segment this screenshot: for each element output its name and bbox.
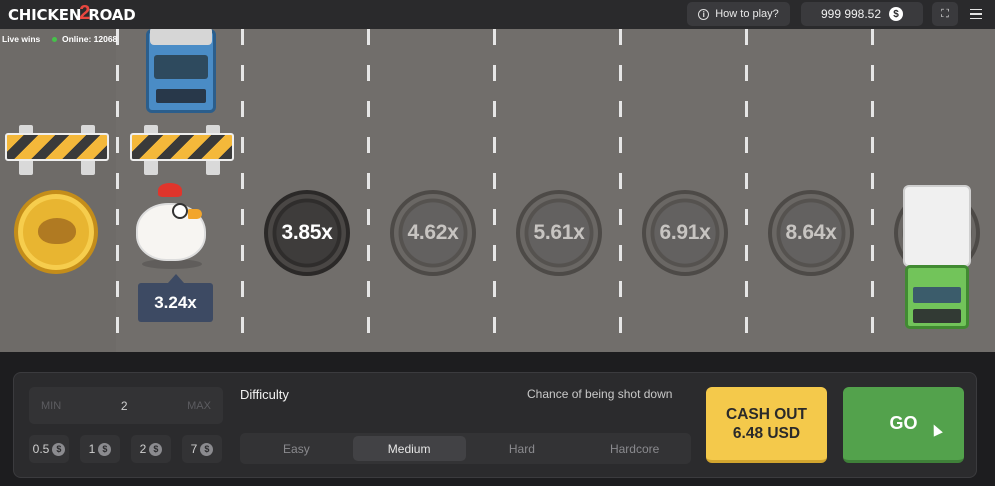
difficulty-label: Difficulty [240,387,289,402]
tab-easy[interactable]: Easy [240,433,353,464]
quick-bet-chip[interactable]: 2 $ [131,435,171,463]
manhole-multiplier: 5.61x [516,190,602,276]
green-truck [899,185,975,352]
dollar-icon: $ [149,442,163,456]
multiplier-value: 5.61x [533,221,585,244]
cash-out-amount: 6.48 USD [732,424,801,442]
tab-medium[interactable]: Medium [352,436,466,461]
dollar-icon: $ [52,442,66,456]
balance-value: 999 998.52 [820,7,882,21]
dollar-coin-icon: $ [889,7,904,21]
info-icon: i [698,8,710,20]
lane-divider [745,29,748,352]
game-logo: CHICKEN 2 ROAD [8,1,136,26]
lane-divider [619,29,622,352]
lane-divider [241,29,244,352]
bet-amount-input[interactable]: MIN 2 MAX [29,387,223,424]
blue-truck [142,29,220,117]
cash-out-label: CASH OUT [726,405,807,423]
menu-button[interactable] [965,4,987,24]
manhole-multiplier: 8.64x [768,190,854,276]
chicken-player [132,183,212,269]
online-dot-icon [52,36,57,42]
quick-bet-chips: 0.5 $ 1 $ 2 $ 7 $ [29,435,223,463]
road-barrier [5,125,109,175]
go-button[interactable]: GO [843,387,964,463]
live-wins-label[interactable]: Live wins [2,34,40,44]
roast-chicken-coin-icon [14,190,98,274]
lane-divider [871,29,874,352]
chip-value: 2 [139,442,147,456]
chip-value: 1 [88,442,96,456]
how-to-play-button[interactable]: i How to play? [687,2,790,26]
dollar-icon: $ [98,442,112,456]
online-count-text: Online: 12068 [62,34,118,44]
difficulty-tabs: Easy Medium Hard Hardcore [240,433,691,464]
tab-hard[interactable]: Hard [466,433,579,464]
road-area: 3.85x 4.62x 5.61x 6.91x 8.64x 3.24x [0,29,995,352]
top-bar: CHICKEN 2 ROAD i How to play? 999 998.52… [0,0,995,29]
fullscreen-button[interactable]: ⛶ [932,2,958,26]
chance-label: Chance of being shot down [527,387,673,401]
quick-bet-chip[interactable]: 0.5 $ [29,435,69,463]
multiplier-value: 4.62x [407,221,459,244]
logo-text-left: CHICKEN [8,6,82,24]
bet-value[interactable]: 2 [121,399,128,413]
lane-divider [493,29,496,352]
cash-out-button[interactable]: CASH OUT 6.48 USD [706,387,827,463]
dollar-icon: $ [200,442,214,456]
lane-divider [116,29,119,352]
bet-min-button[interactable]: MIN [41,400,61,412]
online-count: Online: 12068 [52,34,117,44]
how-to-play-label: How to play? [715,8,779,20]
logo-text-right: ROAD [88,6,136,24]
logo-text-mid: 2 [79,1,91,24]
lane-divider [367,29,370,352]
manhole-multiplier: 4.62x [390,190,476,276]
fullscreen-icon: ⛶ [941,7,949,20]
multiplier-value: 8.64x [785,221,837,244]
road-barrier [130,125,234,175]
tab-hardcore[interactable]: Hardcore [578,433,691,464]
quick-bet-chip[interactable]: 7 $ [182,435,222,463]
chip-value: 7 [190,442,198,456]
quick-bet-chip[interactable]: 1 $ [80,435,120,463]
manhole-multiplier[interactable]: 3.85x [264,190,350,276]
hamburger-icon [970,8,982,11]
multiplier-value: 3.85x [281,221,333,244]
multiplier-value: 6.91x [659,221,711,244]
current-multiplier-tag: 3.24x [138,274,213,322]
manhole-multiplier: 6.91x [642,190,728,276]
chip-value: 0.5 [32,442,50,456]
balance-display: 999 998.52 $ [801,2,923,26]
bet-max-button[interactable]: MAX [187,400,211,412]
